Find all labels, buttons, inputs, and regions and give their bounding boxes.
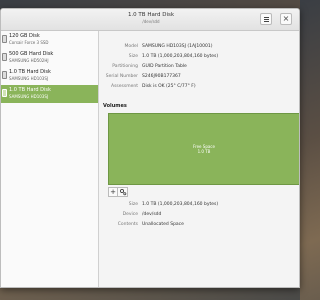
contents-value: Unallocated Space bbox=[142, 222, 184, 227]
assessment-label: Assessment bbox=[111, 84, 138, 89]
window-subtitle: /dev/sdd bbox=[142, 19, 160, 24]
drive-icon bbox=[2, 71, 7, 79]
serial-label: Serial Number bbox=[105, 74, 138, 79]
hamburger-icon[interactable] bbox=[260, 13, 272, 25]
disk-name: 1.0 TB Hard Disk bbox=[9, 69, 51, 75]
assessment-row: Assessment Disk is OK (25° C/77° F) bbox=[100, 83, 299, 91]
volume-segment-free-space[interactable]: Free Space 1.0 TB bbox=[108, 113, 299, 185]
volume-size-value: 1.0 TB (1,000,203,804,160 bytes) bbox=[142, 202, 219, 207]
serial-value: S246J90B177367 bbox=[142, 74, 181, 79]
volume-size-label: Size bbox=[128, 202, 138, 207]
drive-icon bbox=[2, 35, 7, 43]
disk-name: 500 GB Hard Disk bbox=[9, 51, 54, 57]
model-row: Model SAMSUNG HD103SJ (1AJ10001) bbox=[100, 43, 299, 51]
size-value: 1.0 TB (1,000,203,804,160 bytes) bbox=[142, 54, 219, 59]
title-group: 1.0 TB Hard Disk /dev/sdd bbox=[91, 12, 211, 25]
contents-row: Contents Unallocated Space bbox=[100, 221, 299, 229]
volume-toolbar: + bbox=[108, 187, 128, 197]
contents-label: Contents bbox=[117, 222, 138, 227]
volume-size-row: Size 1.0 TB (1,000,203,804,160 bytes) bbox=[100, 201, 299, 209]
disk-model: Corsair Force 3 SSD bbox=[9, 40, 49, 45]
title-bar: 1.0 TB Hard Disk /dev/sdd × bbox=[1, 9, 299, 31]
device-row: Device /dev/sdd bbox=[100, 211, 299, 219]
gears-icon bbox=[119, 188, 126, 196]
disk-details: Model SAMSUNG HD103SJ (1AJ10001) Size 1.… bbox=[100, 31, 299, 287]
assessment-value: Disk is OK (25° C/77° F) bbox=[142, 84, 196, 89]
device-value: /dev/sdd bbox=[142, 212, 162, 217]
model-label: Model bbox=[124, 44, 138, 49]
sidebar-item-disk-3[interactable]: 1.0 TB Hard Disk SAMSUNG HD103SJ bbox=[1, 67, 98, 85]
partition-settings-button[interactable] bbox=[118, 187, 128, 197]
device-label: Device bbox=[122, 212, 138, 217]
sidebar-item-disk-1[interactable]: 120 GB Disk Corsair Force 3 SSD bbox=[1, 31, 98, 49]
window-title: 1.0 TB Hard Disk bbox=[127, 12, 175, 18]
sidebar-item-disk-4[interactable]: 1.0 TB Hard Disk SAMSUNG HD103SJ bbox=[1, 85, 98, 103]
partitioning-row: Partitioning GUID Partition Table bbox=[100, 63, 299, 71]
disks-window: 1.0 TB Hard Disk /dev/sdd × 120 GB Disk … bbox=[0, 8, 300, 288]
size-label: Size bbox=[128, 54, 138, 59]
disk-name: 120 GB Disk bbox=[9, 33, 40, 39]
partitioning-value: GUID Partition Table bbox=[142, 64, 187, 69]
segment-size: 1.0 TB bbox=[197, 149, 211, 154]
disk-sidebar: 120 GB Disk Corsair Force 3 SSD 500 GB H… bbox=[1, 31, 99, 287]
sidebar-item-disk-2[interactable]: 500 GB Hard Disk SAMSUNG HD502HJ bbox=[1, 49, 98, 67]
disk-model: SAMSUNG HD502HJ bbox=[9, 58, 49, 63]
disk-name: 1.0 TB Hard Disk bbox=[9, 87, 51, 93]
partitioning-label: Partitioning bbox=[112, 64, 138, 69]
volumes-heading: Volumes bbox=[103, 103, 127, 109]
size-row: Size 1.0 TB (1,000,203,804,160 bytes) bbox=[100, 53, 299, 61]
disk-model: SAMSUNG HD103SJ bbox=[9, 76, 49, 81]
drive-icon bbox=[2, 53, 7, 61]
add-partition-button[interactable]: + bbox=[108, 187, 118, 197]
drive-icon bbox=[2, 89, 7, 97]
serial-row: Serial Number S246J90B177367 bbox=[100, 73, 299, 81]
disk-model: SAMSUNG HD103SJ bbox=[9, 94, 49, 99]
model-value: SAMSUNG HD103SJ (1AJ10001) bbox=[142, 44, 213, 49]
close-button[interactable]: × bbox=[280, 13, 292, 25]
